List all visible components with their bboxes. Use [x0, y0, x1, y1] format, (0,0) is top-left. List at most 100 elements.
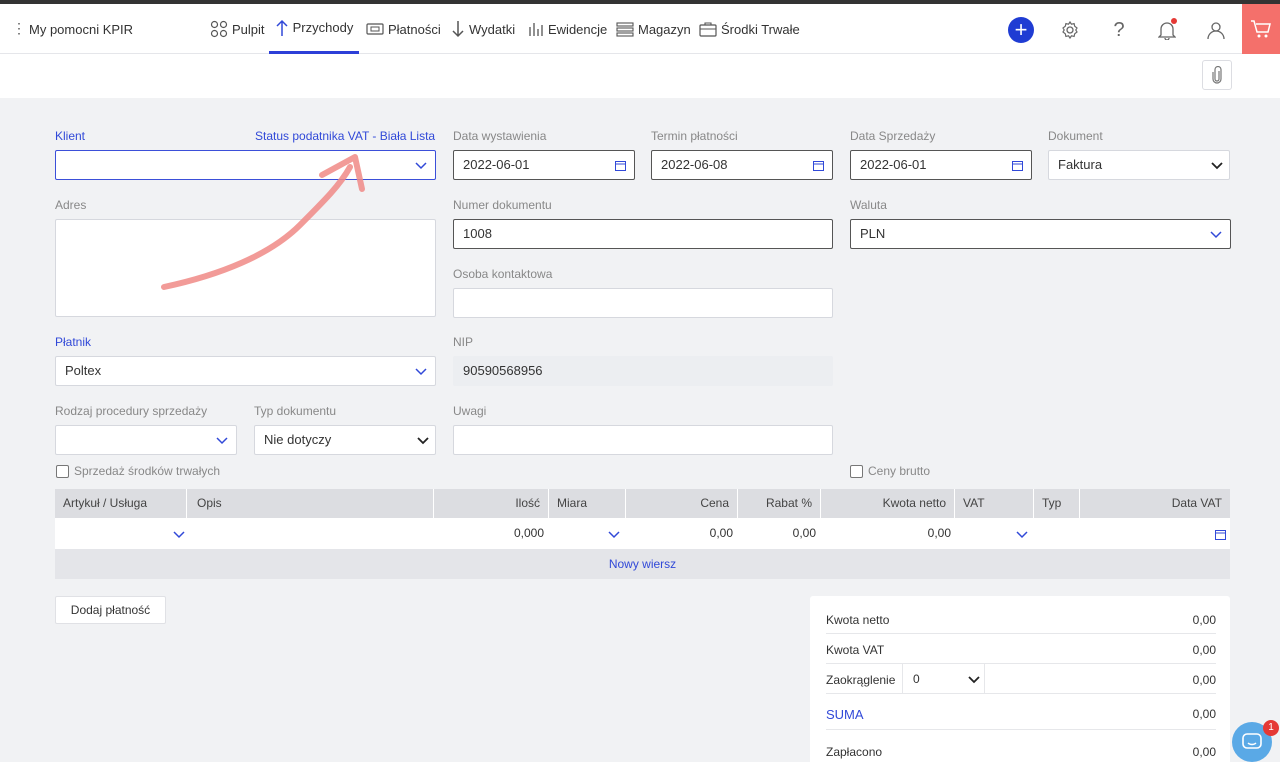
nav-item-label: Wydatki: [469, 21, 516, 37]
osoba-kontaktowa-label: Osoba kontaktowa: [453, 267, 553, 281]
data-sprzedazy-input[interactable]: 2022-06-01: [850, 150, 1032, 180]
nip-label: NIP: [453, 335, 474, 349]
nav-item-pulpit[interactable]: Pulpit: [210, 4, 265, 54]
calendar-icon: [1215, 530, 1226, 540]
nip-input[interactable]: 90590568956: [453, 356, 833, 386]
zaokraglenie-select[interactable]: 0: [902, 664, 985, 694]
nav-item-label: Przychody: [292, 20, 354, 35]
chevron-down-icon: [608, 531, 620, 539]
kebab-menu-icon[interactable]: ⋮: [12, 21, 26, 35]
dokument-select[interactable]: Faktura: [1048, 150, 1230, 180]
klient-label: Klient: [55, 129, 86, 143]
chat-icon: [1242, 733, 1262, 749]
bars-icon: [529, 23, 543, 36]
sub-toolbar: [0, 54, 1280, 98]
col-typ: Typ: [1034, 489, 1080, 518]
typ-dokumentu-label: Typ dokumentu: [254, 404, 337, 418]
calendar-icon: [813, 161, 824, 171]
chevron-down-icon: [216, 437, 228, 445]
attachment-button[interactable]: [1202, 60, 1232, 90]
calendar-icon: [615, 161, 626, 171]
data-vat-input[interactable]: [1080, 518, 1230, 549]
chat-badge: 1: [1263, 720, 1279, 736]
gear-icon: [1062, 20, 1078, 40]
briefcase-icon: [699, 22, 717, 37]
ilosc-input[interactable]: 0,000: [434, 518, 544, 549]
summary-row-netto: Kwota netto 0,00: [826, 604, 1216, 634]
user-icon: [1207, 22, 1225, 40]
chevron-down-icon: [968, 676, 980, 684]
paperclip-icon: [1212, 66, 1222, 84]
waluta-select[interactable]: PLN: [850, 219, 1231, 249]
uwagi-label: Uwagi: [453, 404, 487, 418]
chevron-down-icon: [415, 368, 427, 376]
settings-button[interactable]: [1057, 17, 1083, 43]
osoba-kontaktowa-input[interactable]: [453, 288, 833, 318]
chevron-down-icon: [1210, 231, 1222, 239]
checkbox-box: [56, 464, 69, 478]
summary-row-vat: Kwota VAT 0,00: [826, 634, 1216, 664]
chevron-down-icon: [1016, 531, 1028, 539]
rodzaj-procedury-select[interactable]: [55, 425, 237, 455]
col-miara: Miara: [549, 489, 626, 518]
opis-input[interactable]: [189, 518, 434, 549]
nav-item-srodki-trwale[interactable]: Środki Trwałe: [699, 4, 800, 54]
typ-dokumentu-select[interactable]: Nie dotyczy: [254, 425, 436, 455]
col-data-vat: Data VAT: [1171, 496, 1222, 510]
nav-item-magazyn[interactable]: Magazyn: [616, 4, 691, 54]
ceny-brutto-checkbox[interactable]: Ceny brutto: [850, 464, 930, 478]
top-navigation: ⋮ My pomocni KPIR Pulpit Przychody Płatn…: [0, 4, 1280, 54]
help-button[interactable]: ?: [1106, 17, 1132, 43]
termin-platnosci-label: Termin płatności: [651, 129, 738, 143]
cart-button[interactable]: [1242, 4, 1280, 54]
termin-platnosci-input[interactable]: 2022-06-08: [651, 150, 833, 180]
rabat-input[interactable]: 0,00: [738, 518, 816, 549]
nav-item-label: Środki Trwałe: [721, 21, 800, 37]
summary-panel: Kwota netto 0,00 Kwota VAT 0,00 Zaokrągl…: [810, 596, 1230, 762]
sprzedaz-srodkow-checkbox[interactable]: Sprzedaż środków trwałych: [56, 464, 220, 478]
payment-icon: [366, 23, 384, 35]
platnik-select[interactable]: Poltex: [55, 356, 436, 386]
nav-item-label: Ewidencje: [548, 21, 608, 37]
nav-item-wydatki[interactable]: Wydatki: [451, 4, 515, 54]
uwagi-input[interactable]: [453, 425, 833, 455]
chevron-down-icon: [1211, 162, 1223, 170]
data-wystawienia-input[interactable]: 2022-06-01: [453, 150, 635, 180]
question-icon: ?: [1113, 18, 1125, 41]
annotation-arrow: [161, 154, 365, 290]
artykul-select[interactable]: [55, 518, 187, 549]
nav-item-platnosci[interactable]: Płatności: [366, 4, 441, 54]
data-sprzedazy-label: Data Sprzedaży: [850, 129, 936, 143]
add-payment-button[interactable]: Dodaj płatność: [55, 596, 166, 624]
add-new-button[interactable]: +: [1008, 17, 1034, 43]
status-vat-link[interactable]: Status podatnika VAT - Biała Lista: [255, 129, 435, 143]
cart-icon: [1251, 20, 1271, 38]
nav-item-label: Płatności: [388, 21, 441, 37]
arrow-down-icon: [452, 21, 464, 38]
col-opis: Opis: [189, 489, 434, 518]
user-account-button[interactable]: [1203, 17, 1229, 43]
chevron-down-icon: [173, 531, 185, 539]
platnik-label: Płatnik: [55, 335, 92, 349]
adres-label: Adres: [55, 198, 87, 212]
rodzaj-procedury-label: Rodzaj procedury sprzedaży: [55, 404, 208, 418]
miara-select[interactable]: [549, 518, 626, 549]
cena-input[interactable]: 0,00: [626, 518, 733, 549]
checkbox-box: [850, 464, 863, 478]
typ-input[interactable]: [1034, 518, 1080, 549]
summary-row-zaokraglenie: Zaokrąglenie 0 0,00: [826, 664, 1216, 694]
col-kwota-netto: Kwota netto: [821, 489, 955, 518]
app-name[interactable]: My pomocni KPIR: [29, 22, 133, 37]
numer-dokumentu-input[interactable]: 1008: [453, 219, 833, 249]
vat-select[interactable]: [955, 518, 1034, 549]
nav-item-przychody[interactable]: Przychody: [269, 4, 359, 54]
nav-item-label: Magazyn: [638, 21, 691, 37]
col-ilosc: Ilość: [434, 489, 549, 518]
nav-item-ewidencje[interactable]: Ewidencje: [528, 4, 607, 54]
notifications-button[interactable]: [1154, 17, 1180, 43]
items-table-header: Artykuł / Usługa Opis Ilość Miara Cena R…: [55, 489, 1230, 518]
dokument-label: Dokument: [1048, 129, 1103, 143]
data-wystawienia-label: Data wystawienia: [453, 129, 547, 143]
new-row-button[interactable]: Nowy wiersz: [55, 549, 1230, 579]
col-vat: VAT: [955, 489, 1034, 518]
